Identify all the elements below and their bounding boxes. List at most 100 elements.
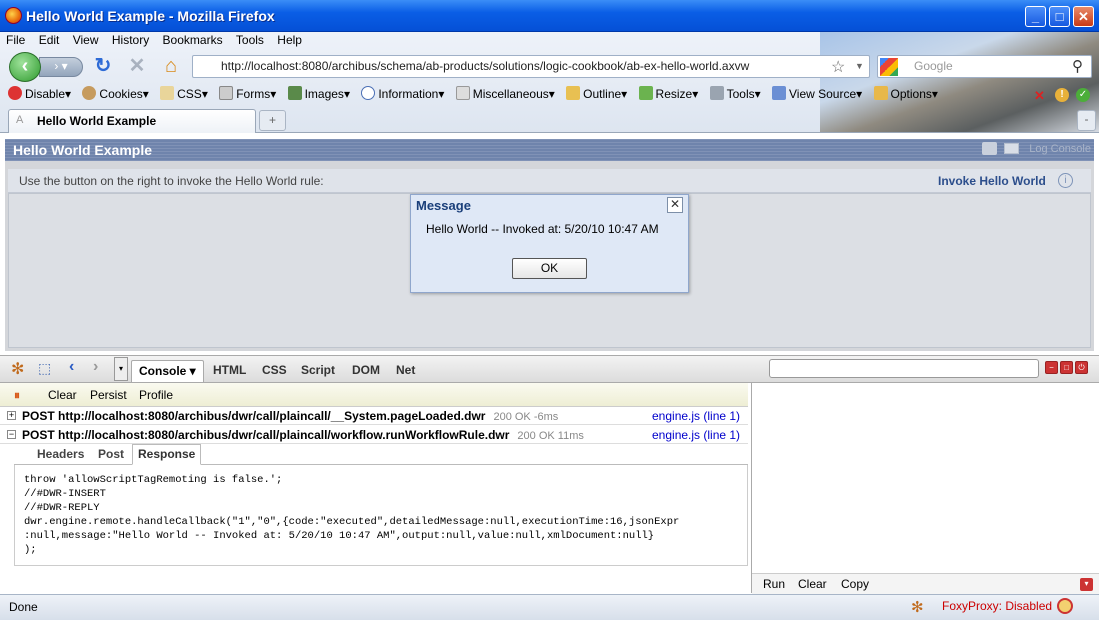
copy-button[interactable]: Copy — [841, 577, 869, 591]
menu-file[interactable]: File — [6, 32, 25, 49]
reload-icon[interactable]: ↻ — [91, 55, 115, 79]
menu-tools[interactable]: Tools — [236, 32, 264, 49]
adblock-icon[interactable] — [1057, 598, 1073, 614]
search-go-icon[interactable]: ⚲ — [1072, 57, 1083, 75]
fb-minimize-icon[interactable]: − — [1045, 361, 1058, 374]
bookmark-star-icon[interactable]: ☆ — [831, 57, 845, 77]
search-input[interactable]: Google — [877, 55, 1092, 78]
firefox-logo-icon — [5, 7, 22, 24]
tab-net[interactable]: Net — [396, 361, 415, 379]
fb-back-icon[interactable]: ‹ — [69, 358, 74, 376]
firebug-bug-icon[interactable]: ✻ — [11, 359, 24, 379]
tab-headers[interactable]: Headers — [37, 447, 84, 461]
tab-html[interactable]: HTML — [213, 361, 246, 379]
invoke-hello-world-button[interactable]: Invoke Hello World — [938, 172, 1046, 190]
stop-icon[interactable]: ✕ — [125, 55, 149, 79]
collapse-toggle[interactable]: − — [7, 430, 16, 439]
inspect-icon[interactable]: ⬚ — [38, 360, 51, 377]
print-icon[interactable] — [982, 142, 997, 155]
google-engine-icon[interactable] — [880, 58, 898, 76]
foxyproxy-status[interactable]: FoxyProxy: Disabled — [942, 599, 1052, 613]
close-window-button[interactable]: ✕ — [1073, 6, 1094, 27]
request-row[interactable]: + POST http://localhost:8080/archibus/dw… — [0, 407, 748, 425]
request-url: POST http://localhost:8080/archibus/dwr/… — [22, 428, 510, 442]
info-icon[interactable]: i — [1058, 173, 1073, 188]
tab-hello-world[interactable]: Hello World Example — [8, 109, 256, 133]
tab-response[interactable]: Response — [132, 444, 202, 465]
url-dropdown-icon[interactable]: ▼ — [855, 61, 864, 71]
wd-css[interactable]: CSS▾ — [160, 85, 208, 104]
wd-disable[interactable]: Disable▾ — [8, 85, 71, 104]
wd-information[interactable]: Information▾ — [361, 85, 444, 104]
console-clear-button[interactable]: Clear — [48, 388, 77, 402]
tab-console-label: Console — [139, 364, 187, 378]
list-all-tabs-button[interactable]: - — [1077, 110, 1096, 131]
status-bar: Done — [0, 594, 1099, 620]
dialog-close-icon[interactable]: ✕ — [667, 197, 683, 213]
wd-tools[interactable]: Tools▾ — [709, 85, 761, 104]
fb-detach-icon[interactable]: □ — [1060, 361, 1073, 374]
minimize-button[interactable]: _ — [1025, 6, 1046, 27]
back-button[interactable]: ‹ — [9, 52, 41, 82]
wd-view-source[interactable]: View Source▾ — [772, 85, 862, 104]
panel-title: Hello World Example — [5, 139, 1094, 161]
dialog-message: Hello World -- Invoked at: 5/20/10 10:47… — [426, 222, 659, 236]
forward-button[interactable]: › ▾ — [39, 57, 83, 77]
wd-outline[interactable]: Outline▾ — [566, 85, 627, 104]
window-titlebar: Hello World Example - Mozilla Firefox _ … — [0, 0, 1099, 32]
email-icon[interactable] — [1004, 143, 1019, 154]
wd-ok-icon[interactable]: ✓ — [1076, 88, 1090, 102]
tab-css[interactable]: CSS — [262, 361, 287, 379]
console-profile-button[interactable]: Profile — [139, 388, 173, 402]
wd-miscellaneous[interactable]: Miscellaneous▾ — [455, 85, 555, 104]
menu-help[interactable]: Help — [277, 32, 302, 49]
wd-forms[interactable]: Forms▾ — [219, 85, 276, 104]
new-tab-button[interactable]: + — [259, 110, 286, 131]
request-status: 200 OK -6ms — [493, 411, 559, 423]
menu-history[interactable]: History — [112, 32, 149, 49]
response-tab-strip — [14, 445, 748, 465]
fb-menu-dropdown[interactable]: ▾ — [114, 357, 128, 381]
wd-resize[interactable]: Resize▾ — [638, 85, 698, 104]
tab-favicon-icon: A — [16, 114, 24, 126]
log-console-link[interactable]: Log Console — [1029, 143, 1091, 155]
wd-error-icon[interactable]: ✕ — [1034, 88, 1045, 104]
wd-cookies[interactable]: Cookies▾ — [82, 85, 149, 104]
response-body: throw 'allowScriptTagRemoting is false.'… — [14, 465, 748, 566]
wd-warning-icon[interactable]: ! — [1055, 88, 1069, 102]
home-icon[interactable]: ⌂ — [159, 55, 183, 79]
ok-button[interactable]: OK — [512, 258, 587, 279]
fb-close-icon[interactable]: ⏻ — [1075, 361, 1088, 374]
menu-bookmarks[interactable]: Bookmarks — [163, 32, 223, 49]
console-persist-button[interactable]: Persist — [90, 388, 127, 402]
command-editor-footer: Run Clear Copy ▾ — [752, 573, 1099, 594]
request-row[interactable]: − POST http://localhost:8080/archibus/dw… — [0, 426, 748, 444]
tab-script[interactable]: Script — [301, 361, 335, 379]
firebug-search-input[interactable] — [769, 359, 1039, 378]
expand-toggle[interactable]: + — [7, 411, 16, 420]
firebug-status-icon[interactable]: ✻ — [911, 598, 924, 616]
wd-options[interactable]: Options▾ — [873, 85, 938, 104]
menu-view[interactable]: View — [73, 32, 99, 49]
clear-button[interactable]: Clear — [798, 577, 827, 591]
menu-edit[interactable]: Edit — [39, 32, 60, 49]
tab-dom[interactable]: DOM — [352, 361, 380, 379]
console-toolbar: ⏸ Clear Persist Profile — [0, 383, 748, 407]
request-url: POST http://localhost:8080/archibus/dwr/… — [22, 409, 486, 423]
command-editor[interactable] — [751, 383, 1099, 593]
menu-bar: File Edit View History Bookmarks Tools H… — [0, 32, 306, 50]
instruction-text: Use the button on the right to invoke th… — [8, 169, 1091, 193]
wd-images[interactable]: Images▾ — [287, 85, 350, 104]
collapse-editor-icon[interactable]: ▾ — [1080, 578, 1093, 591]
url-bar[interactable]: http://localhost:8080/archibus/schema/ab… — [192, 55, 870, 78]
request-source-link[interactable]: engine.js (line 1) — [652, 407, 740, 425]
status-text: Done — [9, 600, 38, 614]
request-source-link[interactable]: engine.js (line 1) — [652, 426, 740, 444]
tab-post[interactable]: Post — [98, 447, 124, 461]
run-button[interactable]: Run — [763, 577, 785, 591]
console-break-icon[interactable]: ⏸ — [14, 388, 20, 403]
request-status: 200 OK 11ms — [517, 430, 584, 442]
tab-console[interactable]: Console ▾ — [131, 360, 204, 382]
maximize-button[interactable]: □ — [1049, 6, 1070, 27]
fb-forward-icon[interactable]: › — [93, 358, 98, 376]
